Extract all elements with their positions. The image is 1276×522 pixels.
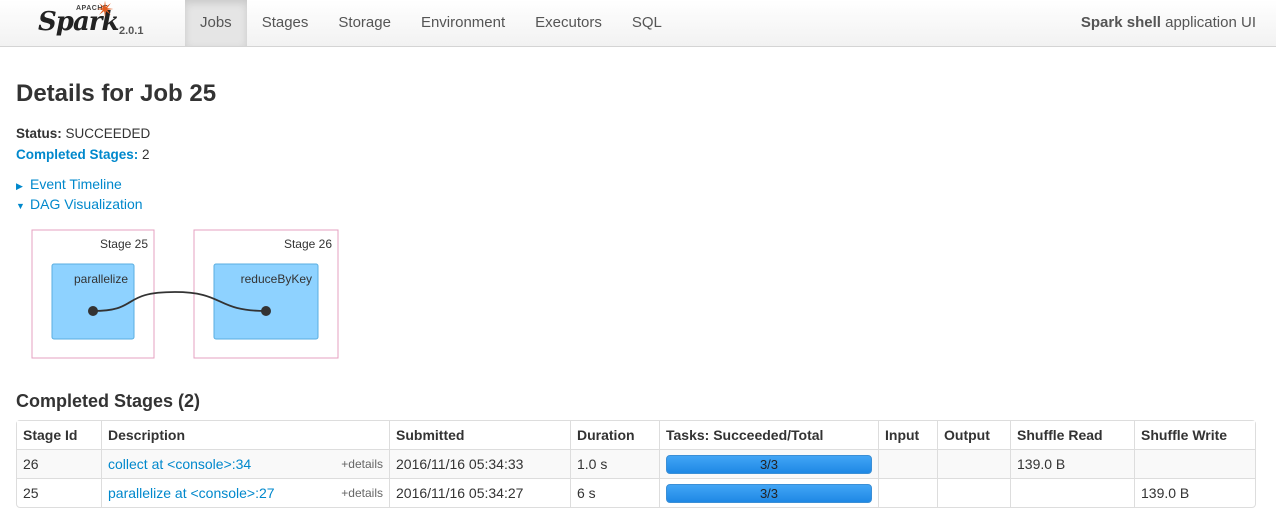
completed-stages-summary: Completed Stages: 2	[16, 147, 150, 162]
top-navbar: APACHE Spark ✴ 2.0.1 Jobs Stages Storage…	[0, 0, 1276, 47]
stage-25-label: Stage 25	[100, 237, 148, 251]
tab-sql[interactable]: SQL	[617, 0, 677, 46]
cell-shuffle-read	[1010, 478, 1134, 507]
table-row: 25 parallelize at <console>:27 +details …	[17, 478, 1255, 507]
table-row: 26 collect at <console>:34 +details 2016…	[17, 449, 1255, 478]
app-suffix: application UI	[1160, 14, 1256, 31]
header-stage-id[interactable]: Stage Id	[17, 421, 101, 449]
spark-version: 2.0.1	[119, 25, 144, 37]
status-label: Status:	[16, 126, 62, 141]
cell-description: parallelize at <console>:27 +details	[101, 478, 389, 507]
dag-node-parallelize	[88, 306, 98, 316]
completed-stages-label: Completed Stages:	[16, 147, 139, 162]
dag-node-reducebykey	[261, 306, 271, 316]
tab-storage[interactable]: Storage	[323, 0, 406, 46]
spark-logo[interactable]: APACHE Spark ✴ 2.0.1	[36, 0, 166, 46]
tab-environment[interactable]: Environment	[406, 0, 520, 46]
status-value: SUCCEEDED	[61, 126, 151, 141]
cell-submitted: 2016/11/16 05:34:33	[389, 449, 570, 478]
cell-tasks: 3/3	[659, 449, 878, 478]
stage-description-link[interactable]: parallelize at <console>:27	[108, 485, 275, 501]
cell-duration: 1.0 s	[570, 449, 659, 478]
header-tasks[interactable]: Tasks: Succeeded/Total	[659, 421, 878, 449]
event-timeline-toggle[interactable]: ▶ Event Timeline	[16, 176, 122, 192]
header-input[interactable]: Input	[878, 421, 937, 449]
cell-input	[878, 449, 937, 478]
cell-shuffle-write	[1134, 449, 1255, 478]
tab-executors[interactable]: Executors	[520, 0, 617, 46]
header-description[interactable]: Description	[101, 421, 389, 449]
op-reducebykey-label: reduceByKey	[241, 272, 312, 286]
cell-tasks: 3/3	[659, 478, 878, 507]
cell-input	[878, 478, 937, 507]
table-header-row: Stage Id Description Submitted Duration …	[17, 421, 1255, 449]
cell-stage-id: 26	[17, 449, 101, 478]
cell-stage-id: 25	[17, 478, 101, 507]
dag-visualization: Stage 25 parallelize Stage 26 reduceByKe…	[31, 229, 339, 359]
details-toggle[interactable]: +details	[341, 486, 383, 500]
tasks-progress-label: 3/3	[759, 485, 779, 501]
arrow-right-icon: ▶	[16, 181, 23, 191]
header-shuffle-read[interactable]: Shuffle Read	[1010, 421, 1134, 449]
header-output[interactable]: Output	[937, 421, 1010, 449]
cell-output	[937, 449, 1010, 478]
app-title: Spark shell application UI	[1081, 0, 1256, 46]
stage-26-label: Stage 26	[284, 237, 332, 251]
completed-stages-title: Completed Stages (2)	[16, 391, 201, 411]
dag-visualization-toggle[interactable]: ▼ DAG Visualization	[16, 196, 143, 212]
tasks-progress-bar: 3/3	[666, 483, 872, 503]
details-toggle[interactable]: +details	[341, 457, 383, 471]
cell-shuffle-read: 139.0 B	[1010, 449, 1134, 478]
completed-stages-count: 2	[138, 147, 150, 162]
cell-duration: 6 s	[570, 478, 659, 507]
tasks-progress-label: 3/3	[759, 456, 779, 472]
tab-jobs[interactable]: Jobs	[185, 0, 247, 46]
page-title: Details for Job 25	[16, 80, 217, 107]
completed-stages-link[interactable]: Completed Stages:	[16, 147, 138, 162]
arrow-down-icon: ▼	[16, 201, 25, 211]
op-parallelize-label: parallelize	[74, 272, 128, 286]
dag-visualization-label: DAG Visualization	[30, 196, 143, 212]
app-name: Spark shell	[1080, 14, 1161, 31]
job-status: Status: SUCCEEDED	[16, 126, 150, 141]
tasks-progress-bar: 3/3	[666, 454, 872, 474]
cell-output	[937, 478, 1010, 507]
header-duration[interactable]: Duration	[570, 421, 659, 449]
tab-stages[interactable]: Stages	[247, 0, 324, 46]
nav-tabs: Jobs Stages Storage Environment Executor…	[185, 0, 677, 46]
completed-stages-table: Stage Id Description Submitted Duration …	[16, 420, 1256, 508]
header-shuffle-write[interactable]: Shuffle Write	[1134, 421, 1255, 449]
cell-description: collect at <console>:34 +details	[101, 449, 389, 478]
header-submitted[interactable]: Submitted	[389, 421, 570, 449]
cell-submitted: 2016/11/16 05:34:27	[389, 478, 570, 507]
cell-shuffle-write: 139.0 B	[1134, 478, 1255, 507]
stage-description-link[interactable]: collect at <console>:34	[108, 456, 251, 472]
spark-star-icon: ✴	[96, 0, 115, 22]
event-timeline-label: Event Timeline	[30, 176, 122, 192]
